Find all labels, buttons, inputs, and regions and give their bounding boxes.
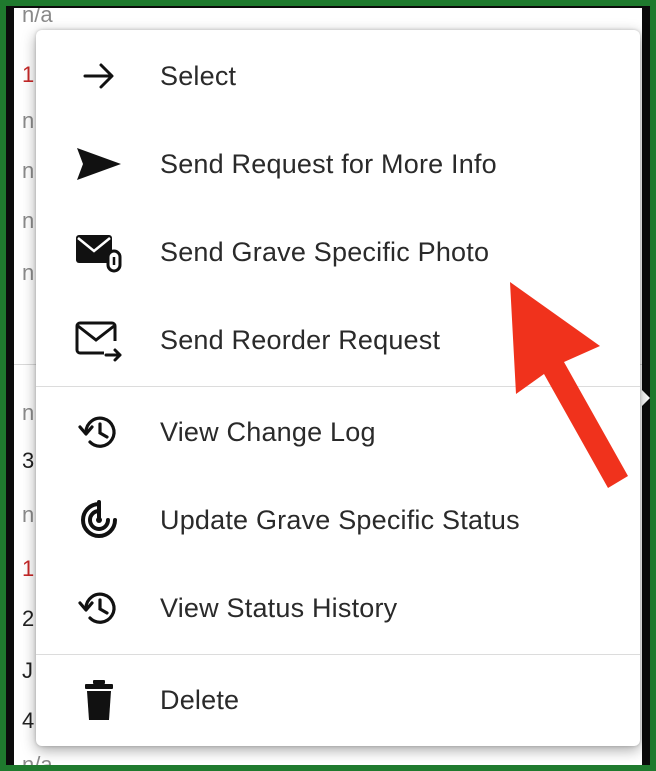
mail-forward-icon	[74, 315, 124, 365]
background-cell: n	[22, 400, 35, 425]
background-cell: n	[22, 108, 35, 133]
background-cell: 2	[22, 606, 35, 631]
menu-item-label: Send Reorder Request	[160, 324, 441, 355]
background-cell: J	[22, 658, 33, 683]
menu-item-delete[interactable]: Delete	[36, 656, 640, 744]
background-cell: n/a	[22, 8, 53, 27]
background-cell: n	[22, 502, 35, 527]
menu-item-send-request-more-info[interactable]: Send Request for More Info	[36, 120, 640, 208]
menu-item-label: View Change Log	[160, 416, 376, 447]
background-cell: n	[22, 158, 35, 183]
history-icon	[74, 407, 124, 457]
background-cell: n	[22, 208, 35, 233]
history-icon	[74, 583, 124, 633]
background-cell: 1	[22, 556, 35, 581]
menu-item-label: View Status History	[160, 592, 398, 623]
mail-attachment-icon	[74, 227, 124, 277]
trash-icon	[74, 675, 124, 725]
menu-item-label: Send Request for More Info	[160, 148, 497, 179]
annotation-arrow-icon	[510, 282, 628, 488]
menu-item-view-status-history[interactable]: View Status History	[36, 564, 640, 652]
status-target-icon	[74, 495, 124, 545]
background-cell: n	[22, 260, 35, 285]
background-cell: 4	[22, 708, 35, 733]
menu-item-label: Send Grave Specific Photo	[160, 236, 490, 267]
arrow-right-icon	[74, 51, 124, 101]
menu-separator	[36, 654, 640, 655]
menu-item-label: Select	[160, 60, 237, 91]
menu-item-label: Delete	[160, 684, 240, 715]
menu-item-select[interactable]: Select	[36, 32, 640, 120]
send-icon	[74, 139, 124, 189]
background-cell: n/a	[22, 752, 53, 765]
background-cell: 3	[22, 448, 35, 473]
menu-item-label: Update Grave Specific Status	[160, 504, 520, 535]
background-cell: 1	[22, 62, 35, 87]
